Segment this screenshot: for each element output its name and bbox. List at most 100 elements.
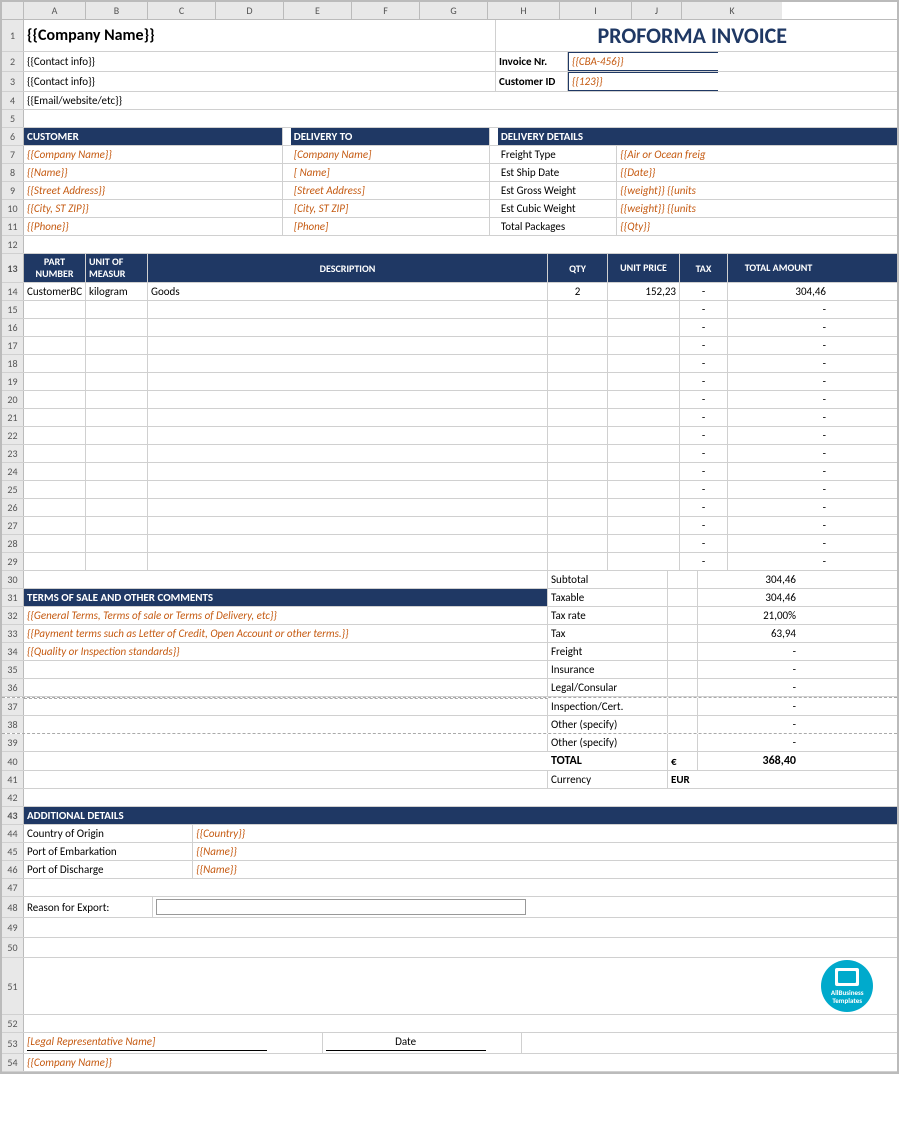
taxrate-val: 21,00% [763, 609, 796, 622]
table-body: 14 CustomerBC kilogram Goods 2 152,23 - … [2, 283, 897, 571]
row17-price [608, 337, 680, 354]
delivery-to-section-header: DELIVERY TO [291, 128, 490, 145]
row23-total: - [728, 445, 829, 462]
company-name: {{Company Name}} [27, 26, 155, 45]
row18-unit [86, 355, 148, 372]
row17-tax: - [680, 337, 728, 354]
insurance-val-cell: - [698, 661, 799, 678]
row28-qty [548, 535, 608, 552]
terms-line2: {{Payment terms such as Letter of Credit… [27, 627, 349, 640]
row21-unit [86, 409, 148, 426]
row-31: 31 TERMS OF SALE AND OTHER COMMENTS Taxa… [2, 589, 897, 607]
taxable-currency-cell [668, 589, 698, 606]
rn-15: 15 [2, 301, 24, 318]
th-qty: QTY [548, 254, 608, 282]
rn-33: 33 [2, 625, 24, 642]
row-6-headers: 6 CUSTOMER DELIVERY TO DELIVERY DETAILS [2, 128, 897, 146]
country-origin-label-cell: Country of Origin [24, 825, 193, 842]
row21-qty [548, 409, 608, 426]
cust-name-cell: {{Name}} [24, 164, 283, 181]
row25-part [24, 481, 86, 498]
row23-price [608, 445, 680, 462]
other2-val-cell: - [698, 734, 799, 751]
row14-unit: kilogram [86, 283, 148, 300]
cubic-weight-label-cell: Est Cubic Weight [498, 200, 617, 217]
rn-19: 19 [2, 373, 24, 390]
row15-qty [548, 301, 608, 318]
freight-label-cell: Freight [548, 643, 668, 660]
additional-details-header: ADDITIONAL DETAILS [24, 807, 897, 824]
rn-14: 14 [2, 283, 24, 300]
company-sig-cell: {{Company Name}} [24, 1054, 897, 1071]
company-sig: {{Company Name}} [27, 1056, 112, 1069]
legal-val: - [793, 681, 796, 694]
rn-43: 43 [2, 807, 24, 824]
row17-unit [86, 337, 148, 354]
row22-desc [148, 427, 548, 444]
col-a-header: A [24, 2, 86, 19]
customer-id-val-cell: {{123}} [568, 72, 718, 91]
currency-label: Currency [551, 773, 591, 786]
row24-part [24, 463, 86, 480]
reason-for-export-input[interactable] [156, 899, 526, 915]
cust-street: {{Street Address}} [27, 184, 105, 197]
rn-28: 28 [2, 535, 24, 552]
row26-qty [548, 499, 608, 516]
reason-input-cell[interactable] [153, 897, 897, 917]
legal-currency-cell [668, 679, 698, 696]
table-row-19: 19 - - [2, 373, 897, 391]
row52-spacer [24, 1015, 897, 1032]
insurance-label: Insurance [551, 663, 594, 676]
row-43: 43 ADDITIONAL DETAILS [2, 807, 897, 825]
rn-1: 1 [2, 20, 24, 51]
row29-price [608, 553, 680, 570]
port-discharge-label: Port of Discharge [27, 863, 103, 876]
row20-price [608, 391, 680, 408]
taxable-val: 304,46 [765, 591, 796, 604]
row28-part [24, 535, 86, 552]
row-8: 8 {{Name}} [ Name] Est Ship Date {{Date}… [2, 164, 897, 182]
cust-street-cell: {{Street Address}} [24, 182, 283, 199]
gross-weight-val: {{weight}} {{units [620, 184, 696, 197]
port-embark-val: {{Name}} [196, 845, 237, 858]
terms-line3-cell: {{Quality or Inspection standards}} [24, 643, 548, 660]
cust-city-cell: {{City, ST ZIP}} [24, 200, 283, 217]
cubic-weight-label: Est Cubic Weight [501, 202, 576, 215]
row-32: 32 {{General Terms, Terms of sale or Ter… [2, 607, 897, 625]
cust-city: {{City, ST ZIP}} [27, 202, 89, 215]
row21-tax: - [680, 409, 728, 426]
row38-spacer [24, 716, 548, 733]
row17-part [24, 337, 86, 354]
ship-date-val: {{Date}} [620, 166, 655, 179]
row27-tax: - [680, 517, 728, 534]
col-e-header: E [284, 2, 352, 19]
col-d-header: D [216, 2, 284, 19]
row23-part [24, 445, 86, 462]
row28-tax: - [680, 535, 728, 552]
row16-part [24, 319, 86, 336]
row27-unit [86, 517, 148, 534]
col-k-header: K [682, 2, 782, 19]
packages-val-cell: {{Qty}} [617, 218, 897, 235]
subtotal-label: Subtotal [551, 573, 588, 586]
table-row-14: 14 CustomerBC kilogram Goods 2 152,23 - … [2, 283, 897, 301]
customer-id-label-cell: Customer ID [496, 72, 568, 91]
rn-10: 10 [2, 200, 24, 217]
del-company-cell: [Company Name] [291, 146, 490, 163]
row41-spacer [24, 771, 548, 788]
row-30-subtotal: 30 Subtotal 304,46 [2, 571, 897, 589]
row15-desc [148, 301, 548, 318]
freight-val: - [793, 645, 796, 658]
row51-spacer [24, 958, 797, 1014]
port-discharge-label-cell: Port of Discharge [24, 861, 193, 878]
row20-part [24, 391, 86, 408]
rn-40: 40 [2, 752, 24, 770]
del-name: [ Name] [294, 166, 330, 179]
rn-8: 8 [2, 164, 24, 181]
contact1-cell: {{Contact info}} [24, 52, 496, 71]
row28-price [608, 535, 680, 552]
row17-total: - [728, 337, 829, 354]
row25-tax: - [680, 481, 728, 498]
col-j-header: J [632, 2, 682, 19]
row19-price [608, 373, 680, 390]
